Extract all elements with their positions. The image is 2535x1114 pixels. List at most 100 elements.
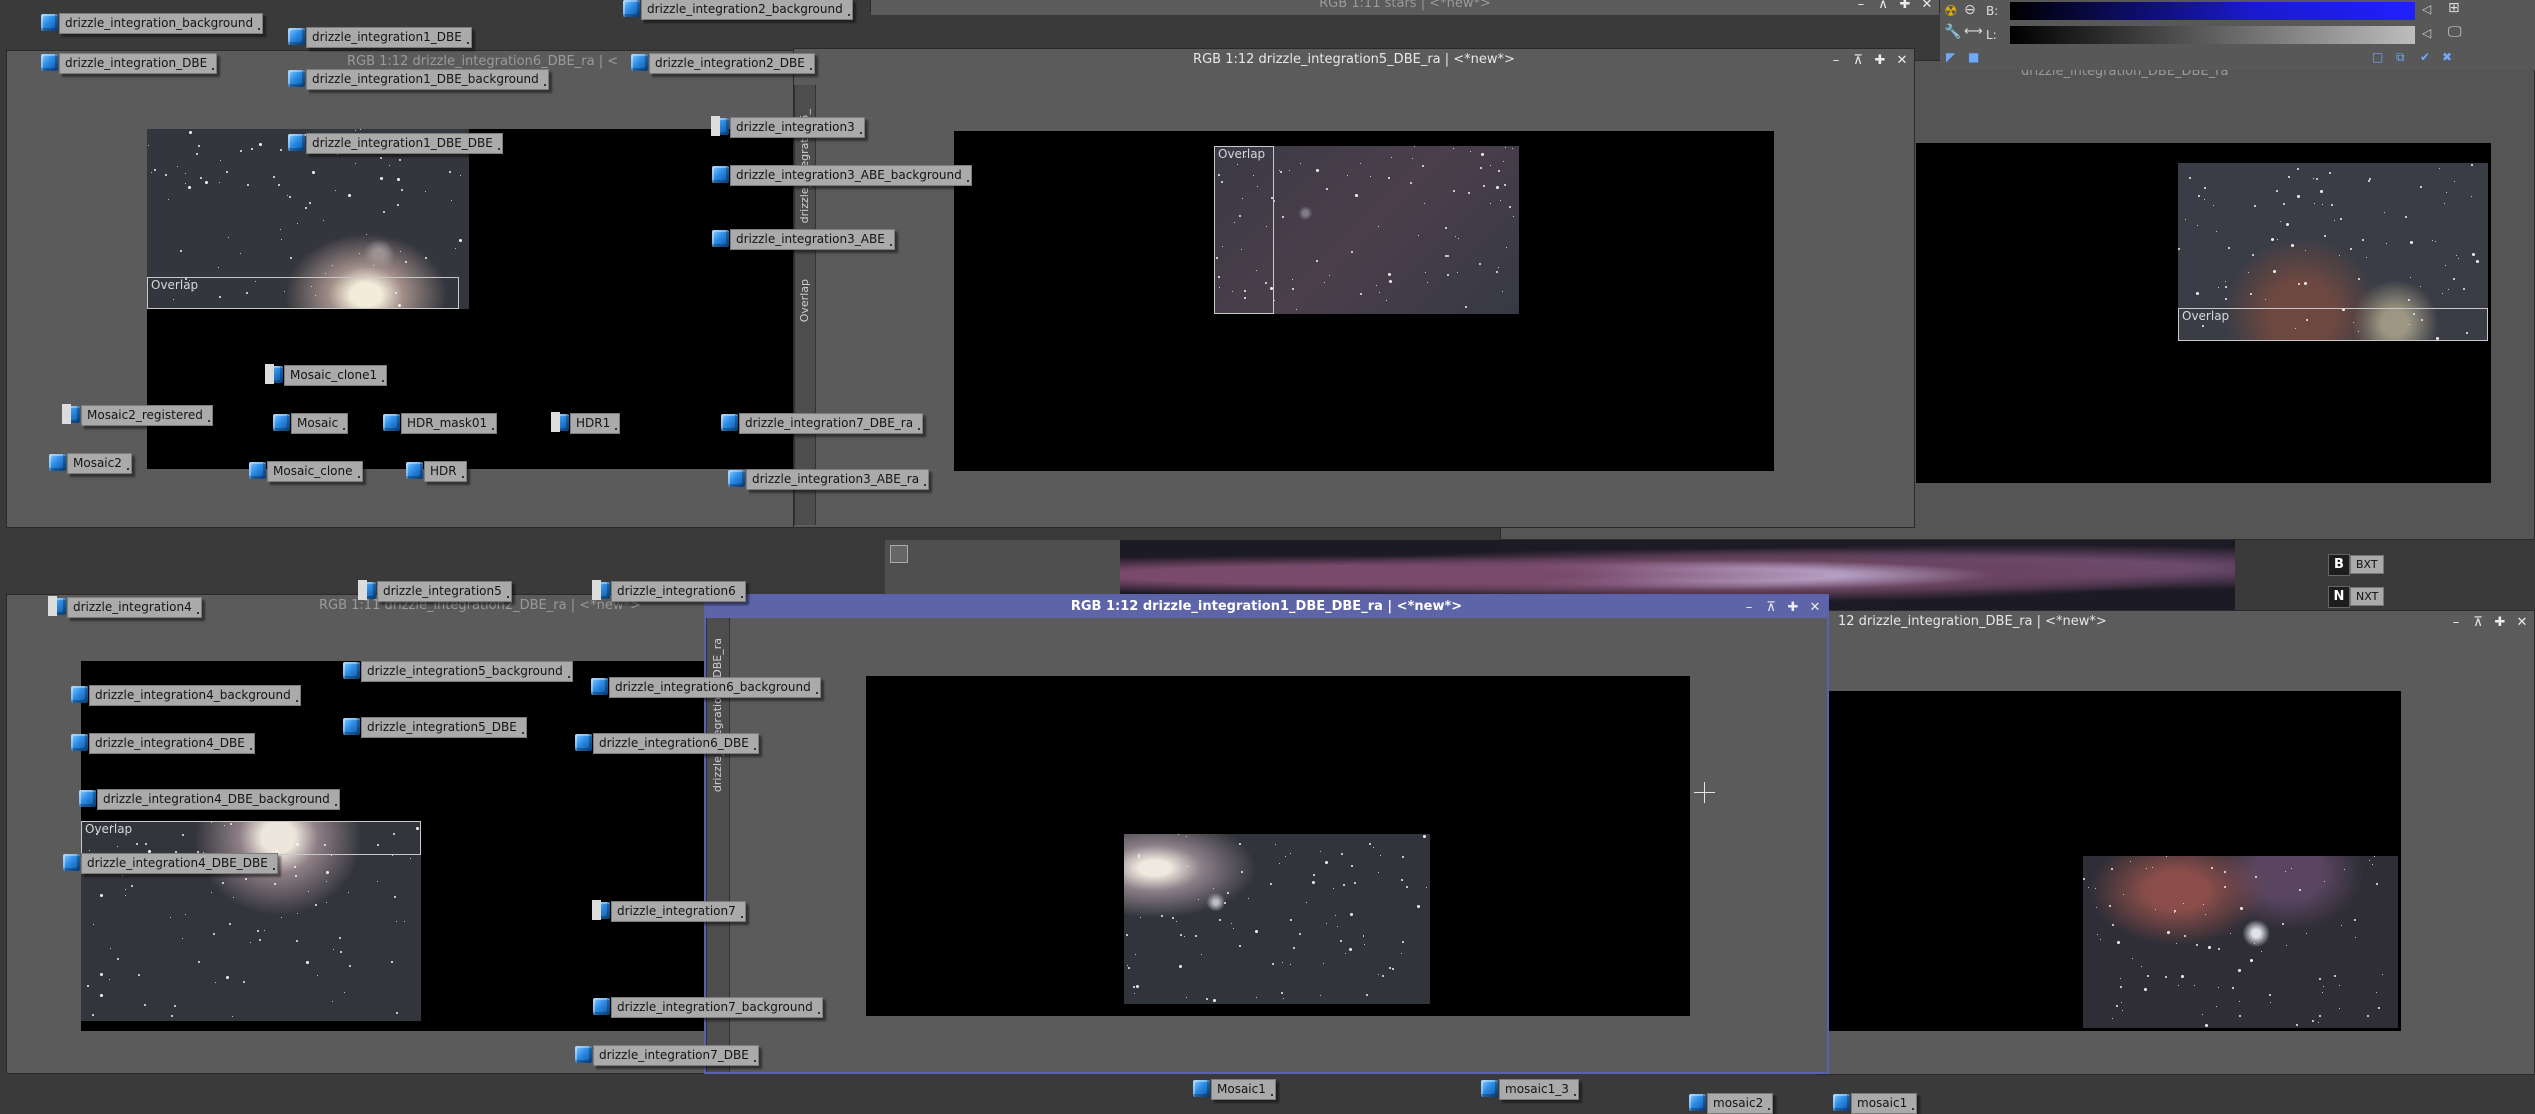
image-icon-i33[interactable]: drizzle_integration7_background	[592, 996, 823, 1018]
image-icon-i20[interactable]: drizzle_integration3_ABE_ra	[727, 468, 930, 490]
image-icon-i25[interactable]: drizzle_integration4_background	[70, 684, 301, 706]
image-icon-i29[interactable]: drizzle_integration6_DBE	[574, 732, 759, 754]
channel-b-slider[interactable]	[2010, 2, 2415, 20]
image-icon-label: Mosaic2_registered	[81, 404, 213, 426]
process-key-b[interactable]: B	[2328, 554, 2350, 576]
image-icon-label: drizzle_integration1_DBE	[306, 26, 472, 48]
view-option-icon[interactable]: □	[2372, 50, 2383, 64]
image-icon-i6[interactable]: drizzle_integration2_DBE	[630, 52, 815, 74]
cross-icon[interactable]: ✖	[2442, 50, 2452, 64]
image-icon-i24[interactable]: drizzle_integration5_background	[342, 660, 573, 682]
reset-l-icon[interactable]: ◁	[2422, 26, 2431, 40]
image-icon-i32[interactable]: drizzle_integration7	[592, 900, 746, 922]
image-icon-i28[interactable]: drizzle_integration4_DBE	[70, 732, 255, 754]
zoom-out-icon[interactable]: ⊖	[1964, 2, 1976, 18]
close-icon[interactable]: ✕	[1809, 600, 1821, 615]
image-icon-i36[interactable]: mosaic1_3	[1480, 1078, 1579, 1100]
channel-l-slider[interactable]	[2010, 26, 2415, 44]
image-icon-label: drizzle_integration7_background	[611, 996, 823, 1018]
image-icon-i5[interactable]: drizzle_integration2_background	[622, 0, 853, 20]
minimize-icon[interactable]: –	[2450, 615, 2462, 630]
crosshair-tool-icon[interactable]: ⊞	[2448, 0, 2460, 16]
image-icon-i9[interactable]: drizzle_integration3_ABE_background	[711, 164, 972, 186]
image-icon-i11[interactable]: Mosaic_clone1	[265, 364, 388, 386]
maximize-icon[interactable]: ✚	[2494, 615, 2506, 630]
image-icon-i13[interactable]: Mosaic	[272, 412, 349, 434]
image-icon-i22[interactable]: drizzle_integration6	[592, 580, 746, 602]
shade-icon[interactable]: ⊼	[1852, 53, 1864, 68]
monitor-icon[interactable]: 🖵	[2448, 24, 2462, 40]
image-icon-i4[interactable]: drizzle_integration1_DBE_background	[287, 68, 549, 90]
window-stars[interactable]: RGB 1:11 stars | <*new*> – ⊼ ✚ ✕	[870, 0, 1940, 15]
image-icon-label: drizzle_integration4_DBE_background	[97, 788, 340, 810]
close-icon[interactable]: ✕	[1921, 0, 1933, 12]
reset-b-icon[interactable]: ◁	[2422, 2, 2431, 16]
image-icon-label: Mosaic	[291, 412, 349, 434]
process-key-n[interactable]: N	[2328, 586, 2350, 608]
image-icon-i3[interactable]: drizzle_integration1_DBE	[287, 26, 472, 48]
shade-icon[interactable]: ⊼	[1877, 0, 1889, 12]
image-icon-i35[interactable]: Mosaic1	[1192, 1078, 1276, 1100]
image-icon-label: drizzle_integration5_DBE	[361, 716, 527, 738]
window-right-bottom[interactable]: 12 drizzle_integration_DBE_ra | <*new*> …	[1815, 610, 2535, 1075]
overlap-preview[interactable]: Overlap	[81, 821, 421, 855]
image-icon-label: drizzle_integration2_background	[641, 0, 853, 20]
image-icon-i7[interactable]: drizzle_integration1_DBE_DBE	[287, 132, 503, 154]
square-icon[interactable]: ■	[1968, 50, 1979, 64]
image-icon-i30[interactable]: drizzle_integration4_DBE_background	[78, 788, 340, 810]
shade-icon[interactable]: ⊼	[2472, 615, 2484, 630]
image-icon-i8[interactable]: drizzle_integration3	[711, 116, 865, 138]
maximize-icon[interactable]: ✚	[1874, 53, 1886, 68]
image-icon-label: drizzle_integration4_background	[89, 684, 301, 706]
pointer-icon[interactable]: ◤	[1946, 50, 1955, 64]
close-icon[interactable]: ✕	[1896, 53, 1908, 68]
image-icon-i18[interactable]: Mosaic_clone	[248, 460, 363, 482]
process-icon-nxt[interactable]: NXT	[2350, 587, 2385, 606]
image-icon-i27[interactable]: drizzle_integration5_DBE	[342, 716, 527, 738]
image-icon-i16[interactable]: drizzle_integration7_DBE_ra	[720, 412, 924, 434]
image-icon-i21[interactable]: drizzle_integration5	[358, 580, 512, 602]
image-view[interactable]	[866, 676, 1690, 1016]
minimize-icon[interactable]: –	[1830, 53, 1842, 68]
image-icon-i26[interactable]: drizzle_integration6_background	[590, 676, 821, 698]
image-icon-i15[interactable]: HDR1	[551, 412, 621, 434]
window-integration5[interactable]: RGB 1:12 drizzle_integration5_DBE_ra | <…	[793, 48, 1915, 528]
image-icon-i19[interactable]: HDR	[405, 460, 467, 482]
overlap-preview[interactable]: Overlap	[1214, 146, 1274, 314]
image-view[interactable]	[1816, 691, 2401, 1031]
checkmark-icon[interactable]: ✔	[2420, 50, 2430, 64]
image-icon-label: drizzle_integration1_DBE_DBE	[306, 132, 503, 154]
copy-icon[interactable]: ⧉	[2396, 50, 2405, 65]
image-icon-i17[interactable]: Mosaic2	[48, 452, 132, 474]
radiation-icon[interactable]: ☢	[1944, 2, 1957, 20]
image-icon-i14[interactable]: HDR_mask01	[382, 412, 498, 434]
image-icon-i12[interactable]: Mosaic2_registered	[62, 404, 213, 426]
image-icon-label: drizzle_integration7	[611, 900, 746, 922]
image-icon-i23[interactable]: drizzle_integration4	[48, 596, 202, 618]
overlap-preview[interactable]: Overlap	[147, 277, 459, 309]
image-icon-label: mosaic1_3	[1499, 1078, 1579, 1100]
image-view[interactable]: Overlap	[954, 131, 1774, 471]
panel-checkbox[interactable]	[890, 545, 908, 563]
image-icon-i34[interactable]: drizzle_integration7_DBE	[574, 1044, 759, 1066]
window-integration1-active[interactable]: RGB 1:12 drizzle_integration1_DBE_DBE_ra…	[704, 594, 1829, 1074]
wrench-icon[interactable]: 🔧	[1944, 24, 1961, 40]
image-view[interactable]: Overlap	[1916, 143, 2491, 483]
image-icon-i2[interactable]: drizzle_integration_DBE	[40, 52, 218, 74]
image-icon-i1[interactable]: drizzle_integration_background	[40, 12, 264, 34]
close-icon[interactable]: ✕	[2516, 615, 2528, 630]
shade-icon[interactable]: ⊼	[1765, 600, 1777, 615]
image-icon-i31[interactable]: drizzle_integration4_DBE_DBE	[62, 852, 278, 874]
minimize-icon[interactable]: –	[1855, 0, 1867, 12]
image-icon-i37[interactable]: mosaic2	[1688, 1092, 1774, 1114]
arrows-horizontal-icon[interactable]: ⟷	[1964, 24, 1983, 39]
maximize-icon[interactable]: ✚	[1899, 0, 1911, 12]
image-icon-i10[interactable]: drizzle_integration3_ABE	[711, 228, 895, 250]
process-icon-bxt[interactable]: BXT	[2350, 555, 2384, 574]
channel-b-label: B:	[1986, 4, 1999, 18]
strip-overlap-label: Overlap	[798, 279, 811, 323]
overlap-preview[interactable]: Overlap	[2178, 308, 2488, 341]
maximize-icon[interactable]: ✚	[1787, 600, 1799, 615]
image-icon-i38[interactable]: mosaic1	[1832, 1092, 1918, 1114]
minimize-icon[interactable]: –	[1743, 600, 1755, 615]
